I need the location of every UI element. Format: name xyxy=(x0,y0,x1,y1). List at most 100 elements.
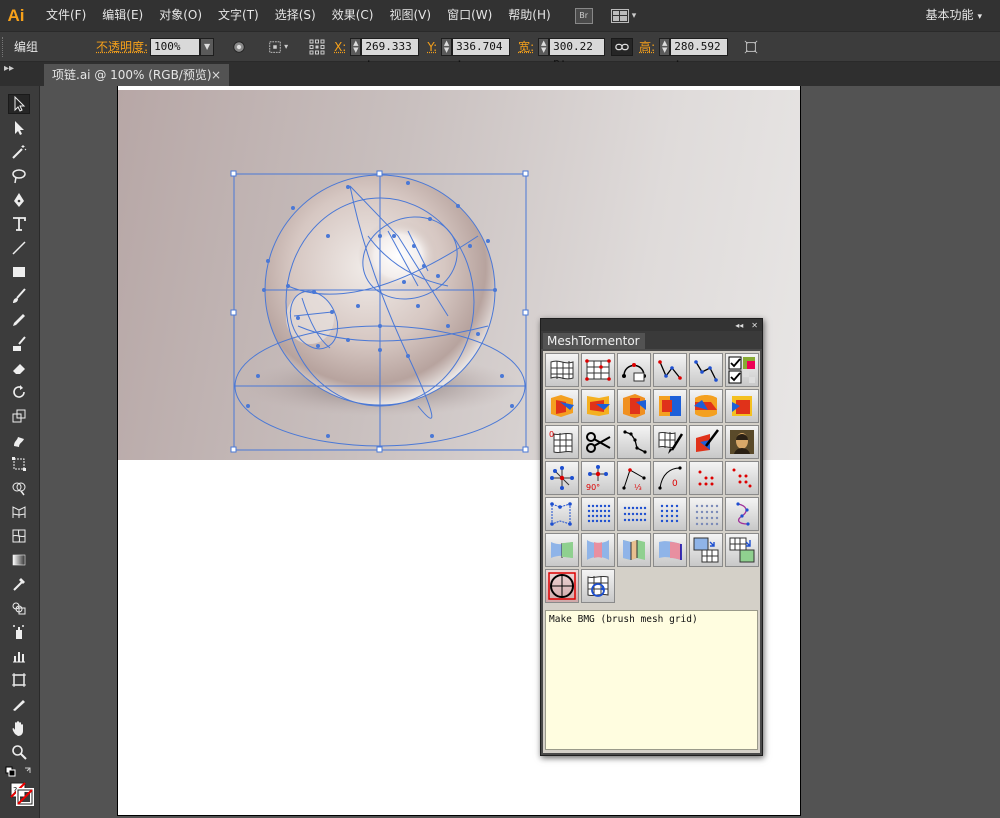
node-star-icon[interactable] xyxy=(545,461,579,495)
eraser-tool-icon[interactable] xyxy=(8,358,30,378)
dot-matrix-2-icon[interactable] xyxy=(617,497,651,531)
panel-titlebar[interactable]: ◂◂ ✕ xyxy=(541,319,762,331)
paintbrush-tool-icon[interactable] xyxy=(8,286,30,306)
transform-reference-icon[interactable] xyxy=(266,38,284,56)
panel-grip[interactable] xyxy=(2,36,8,57)
mesh-warp-icon[interactable] xyxy=(545,353,579,387)
gradient-mesh-6-icon[interactable] xyxy=(725,389,759,423)
node-third-icon[interactable]: ¹⁄₃ xyxy=(617,461,651,495)
hand-tool-icon[interactable] xyxy=(8,718,30,738)
gradient-mesh-2-icon[interactable] xyxy=(581,389,615,423)
close-icon[interactable]: ✕ xyxy=(751,321,758,330)
x-field[interactable]: 269.333 : xyxy=(361,37,420,69)
width-stepper[interactable]: ▲ ▼ xyxy=(538,37,550,56)
magic-wand-tool-icon[interactable] xyxy=(8,142,30,162)
close-icon[interactable]: × xyxy=(211,64,221,86)
lasso-tool-icon[interactable] xyxy=(8,166,30,186)
color-brush-icon[interactable] xyxy=(689,425,723,459)
blend-tool-icon[interactable] xyxy=(8,598,30,618)
scale-tool-icon[interactable] xyxy=(8,406,30,426)
y-field[interactable]: 336.704 : xyxy=(452,37,511,69)
menu-help[interactable]: 帮助(H) xyxy=(500,0,558,31)
envelope-twist-icon[interactable] xyxy=(617,533,651,567)
menu-effect[interactable]: 效果(C) xyxy=(324,0,382,31)
symbol-sprayer-tool-icon[interactable] xyxy=(8,622,30,642)
document-tab[interactable]: 项链.ai @ 100% (RGB/预览) × xyxy=(44,64,229,86)
document-canvas[interactable] xyxy=(41,86,1000,818)
mesh-tool-icon[interactable] xyxy=(8,526,30,546)
column-graph-tool-icon[interactable] xyxy=(8,646,30,666)
perspective-grid-tool-icon[interactable] xyxy=(8,502,30,522)
selection-tool-icon[interactable] xyxy=(8,94,30,114)
envelope-arc-icon[interactable] xyxy=(653,533,687,567)
gradient-mesh-1-icon[interactable] xyxy=(545,389,579,423)
scissors-icon[interactable] xyxy=(581,425,615,459)
gradient-mesh-4-icon[interactable] xyxy=(653,389,687,423)
tab-meshtormentor[interactable]: MeshTormentor xyxy=(543,333,645,349)
dot-grid-sparse-icon[interactable] xyxy=(689,461,723,495)
transform-icon[interactable] xyxy=(742,38,760,56)
height-stepper[interactable]: ▲ ▼ xyxy=(659,37,671,56)
direct-selection-tool-icon[interactable] xyxy=(8,118,30,138)
dot-matrix-4-icon[interactable] xyxy=(689,497,723,531)
artboard-tool-icon[interactable] xyxy=(8,670,30,690)
dot-matrix-3-icon[interactable] xyxy=(653,497,687,531)
mesh-points-icon[interactable] xyxy=(581,353,615,387)
pencil-tool-icon[interactable] xyxy=(8,310,30,330)
bounding-nodes-icon[interactable] xyxy=(545,497,579,531)
mesh-brush-icon[interactable] xyxy=(653,425,687,459)
bridge-button[interactable]: Br xyxy=(574,7,593,24)
path-join-icon[interactable] xyxy=(653,353,687,387)
height-field[interactable]: 280.592 : xyxy=(670,37,729,69)
type-tool-icon[interactable] xyxy=(8,214,30,234)
pen-tool-icon[interactable] xyxy=(8,190,30,210)
menu-type[interactable]: 文字(T) xyxy=(210,0,267,31)
menu-object[interactable]: 对象(O) xyxy=(151,0,210,31)
x-stepper[interactable]: ▲ ▼ xyxy=(350,37,362,56)
fill-stroke-swatch[interactable]: ? xyxy=(10,782,34,806)
opacity-field[interactable]: 100% xyxy=(150,37,201,56)
image-trace-icon[interactable] xyxy=(725,425,759,459)
recolor-icon[interactable] xyxy=(230,38,248,56)
grid-merge-icon[interactable] xyxy=(725,533,759,567)
menu-edit[interactable]: 编辑(E) xyxy=(94,0,151,31)
arrange-documents-button[interactable]: ▾ xyxy=(610,8,641,24)
slice-tool-icon[interactable] xyxy=(8,694,30,714)
envelope-blue-icon[interactable] xyxy=(545,533,579,567)
node-rotate-90-icon[interactable]: 90° xyxy=(581,461,615,495)
dot-matrix-1-icon[interactable] xyxy=(581,497,615,531)
path-nodes-icon[interactable] xyxy=(617,425,651,459)
shape-builder-tool-icon[interactable] xyxy=(8,478,30,498)
width-field[interactable]: 300.22 p: xyxy=(549,37,606,69)
constrain-proportions-link-icon[interactable] xyxy=(611,37,634,56)
reference-point-icon[interactable] xyxy=(308,38,326,56)
menu-file[interactable]: 文件(F) xyxy=(38,0,94,31)
gradient-mesh-5-icon[interactable] xyxy=(689,389,723,423)
free-transform-tool-icon[interactable] xyxy=(8,454,30,474)
rotate-tool-icon[interactable] xyxy=(8,382,30,402)
rectangle-tool-icon[interactable] xyxy=(8,262,30,282)
eyedropper-tool-icon[interactable] xyxy=(8,574,30,594)
curve-anchor-icon[interactable] xyxy=(617,353,651,387)
y-stepper[interactable]: ▲ ▼ xyxy=(441,37,453,56)
expand-panels-icon[interactable]: ▸▸ xyxy=(0,62,40,86)
envelope-red-icon[interactable] xyxy=(581,533,615,567)
menu-view[interactable]: 视图(V) xyxy=(381,0,439,31)
grid-split-icon[interactable] xyxy=(689,533,723,567)
opacity-dropdown[interactable]: ▼ xyxy=(200,37,215,56)
gradient-tool-icon[interactable] xyxy=(8,550,30,570)
blob-brush-tool-icon[interactable] xyxy=(8,334,30,354)
line-segment-tool-icon[interactable] xyxy=(8,238,30,258)
warp-tool-icon[interactable] xyxy=(8,430,30,450)
dot-grid-corner-icon[interactable] xyxy=(725,461,759,495)
mesh-rotate-icon[interactable]: 0 xyxy=(545,425,579,459)
node-curve-icon[interactable] xyxy=(725,497,759,531)
zoom-tool-icon[interactable] xyxy=(8,742,30,762)
menu-window[interactable]: 窗口(W) xyxy=(439,0,500,31)
menu-select[interactable]: 选择(S) xyxy=(267,0,324,31)
gradient-mesh-3-icon[interactable] xyxy=(617,389,651,423)
path-split-icon[interactable] xyxy=(689,353,723,387)
mesh-spin-icon[interactable] xyxy=(581,569,615,603)
make-bmg-icon[interactable] xyxy=(545,569,579,603)
opacity-label[interactable]: 不透明度: xyxy=(96,38,148,55)
